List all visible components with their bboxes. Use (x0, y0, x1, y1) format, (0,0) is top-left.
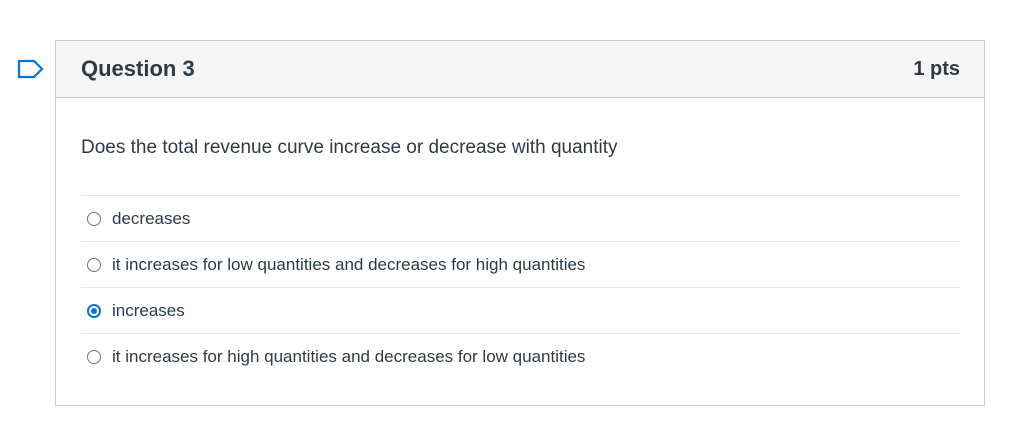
answer-option[interactable]: decreases (81, 196, 960, 242)
radio-button[interactable] (87, 211, 101, 226)
answer-option[interactable]: it increases for low quantities and decr… (81, 242, 960, 288)
flag-icon[interactable] (16, 58, 46, 80)
question-body: Does the total revenue curve increase or… (56, 98, 984, 380)
question-title: Question 3 (81, 56, 195, 81)
answer-option[interactable]: it increases for high quantities and dec… (81, 334, 960, 380)
question-points: 1 pts (913, 57, 960, 80)
question-text: Does the total revenue curve increase or… (81, 137, 618, 158)
answer-label[interactable]: it increases for high quantities and dec… (112, 347, 585, 367)
answer-list: decreases it increases for low quantitie… (81, 195, 960, 380)
radio-button[interactable] (87, 257, 101, 272)
answer-label[interactable]: increases (112, 301, 185, 321)
answer-option[interactable]: increases (81, 288, 960, 334)
radio-button[interactable] (87, 350, 101, 364)
question-header: Question 3 1 pts (56, 41, 984, 98)
radio-button-selected[interactable] (87, 303, 101, 318)
question-card: Question 3 1 pts Does the total revenue … (55, 40, 985, 406)
answer-label[interactable]: decreases (112, 209, 190, 229)
quiz-page: Question 3 1 pts Does the total revenue … (0, 0, 1032, 436)
answer-label[interactable]: it increases for low quantities and decr… (112, 255, 585, 275)
